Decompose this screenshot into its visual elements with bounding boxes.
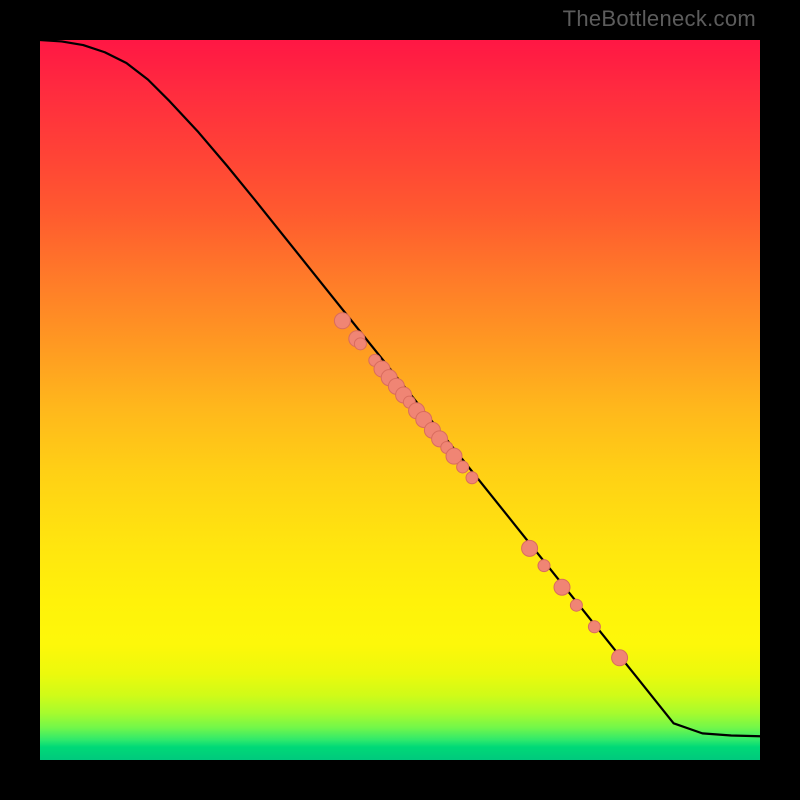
data-point: [466, 472, 478, 484]
data-point: [538, 560, 550, 572]
data-point: [554, 579, 570, 595]
data-point: [612, 650, 628, 666]
chart-svg: [40, 40, 760, 760]
data-point: [570, 599, 582, 611]
data-point: [522, 540, 538, 556]
data-point: [588, 621, 600, 633]
data-points-group: [334, 313, 627, 666]
data-point: [354, 338, 366, 350]
plot-area: [40, 40, 760, 760]
watermark-text: TheBottleneck.com: [563, 6, 756, 32]
data-point: [457, 461, 469, 473]
data-point: [334, 313, 350, 329]
chart-frame: TheBottleneck.com: [0, 0, 800, 800]
